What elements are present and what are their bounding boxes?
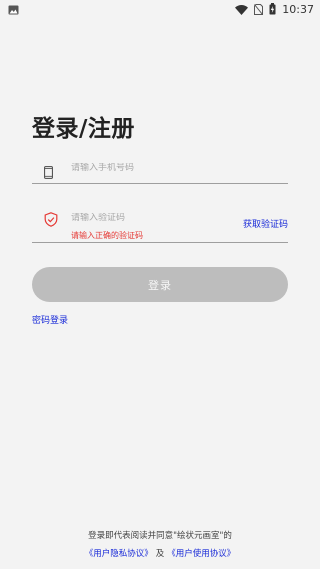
battery-charging-icon xyxy=(269,0,276,19)
status-left xyxy=(8,0,19,19)
status-time: 10:37 xyxy=(282,2,314,16)
status-bar: 10:37 xyxy=(0,0,320,18)
wifi-icon xyxy=(235,0,249,19)
phone-field[interactable] xyxy=(32,158,288,184)
phone-input[interactable] xyxy=(71,163,251,173)
verification-code-field[interactable]: 请输入正确的验证码 获取验证码 xyxy=(32,208,288,243)
no-sim-icon xyxy=(254,0,264,19)
verification-code-input[interactable] xyxy=(71,213,251,223)
user-privacy-agreement-link[interactable]: 《用户隐私协议》 xyxy=(85,549,153,559)
login-button[interactable]: 登录 xyxy=(32,267,288,302)
password-login-link[interactable]: 密码登录 xyxy=(32,313,68,326)
status-right: 10:37 xyxy=(235,0,314,19)
code-error-message: 请输入正确的验证码 xyxy=(71,231,143,240)
shield-check-icon xyxy=(44,212,58,231)
get-code-button[interactable]: 获取验证码 xyxy=(243,217,288,230)
page-title: 登录/注册 xyxy=(32,116,135,142)
image-icon xyxy=(8,0,19,19)
consent-text: 登录即代表阅读并同意"绘状元画室"的 xyxy=(88,531,232,541)
phone-icon xyxy=(44,164,53,183)
agreement-links: 《用户隐私协议》及《用户使用协议》 xyxy=(0,547,320,559)
user-terms-agreement-link[interactable]: 《用户使用协议》 xyxy=(167,549,235,559)
and-text: 及 xyxy=(155,549,165,559)
